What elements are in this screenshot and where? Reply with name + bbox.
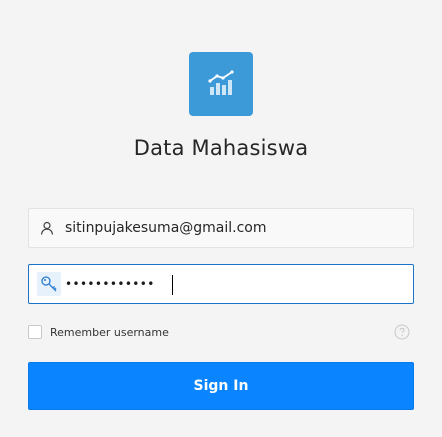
text-caret: [172, 275, 173, 295]
page-title: Data Mahasiswa: [133, 136, 309, 160]
username-input[interactable]: [65, 210, 413, 246]
remember-label: Remember username: [50, 325, 169, 339]
username-field[interactable]: [28, 208, 414, 248]
sign-in-button[interactable]: Sign In: [28, 362, 414, 410]
remember-checkbox[interactable]: [28, 325, 42, 339]
password-input[interactable]: ••••••••••••: [65, 277, 155, 291]
chart-trend-icon: [208, 70, 234, 95]
remember-username[interactable]: Remember username: [28, 323, 169, 341]
help-icon[interactable]: [394, 324, 410, 340]
app-logo: [189, 52, 253, 116]
login-page: Data Mahasiswa •••••••••••• Remember use…: [0, 0, 442, 437]
key-icon: [37, 272, 61, 296]
user-icon: [29, 209, 65, 247]
password-field[interactable]: ••••••••••••: [28, 264, 414, 304]
